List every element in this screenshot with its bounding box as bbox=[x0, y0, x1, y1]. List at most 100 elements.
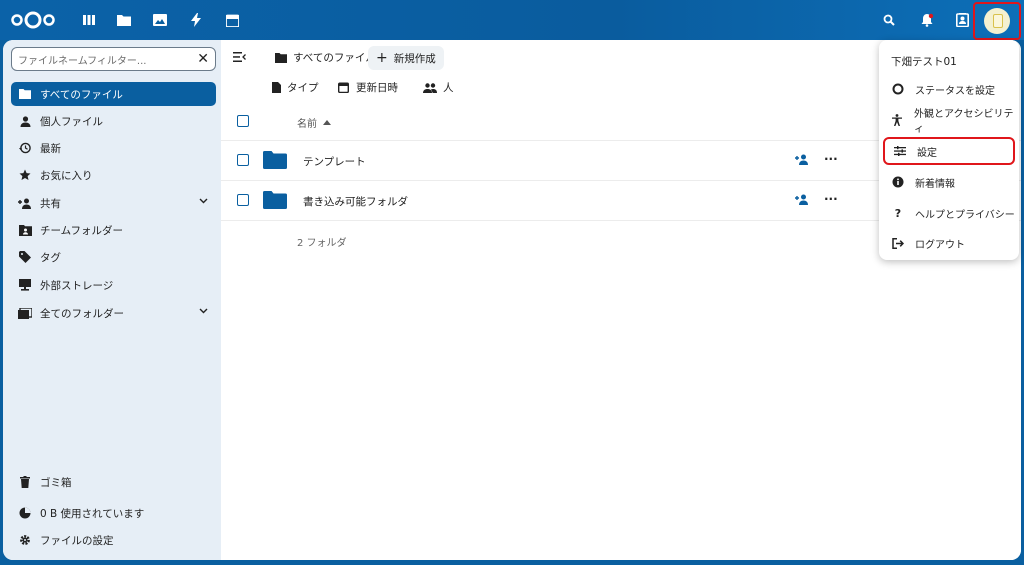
search-icon[interactable] bbox=[880, 11, 898, 29]
sidebar-item-label: すべてのファイル bbox=[40, 88, 123, 101]
filter-placeholder: ファイルネームフィルター... bbox=[18, 55, 147, 67]
sidebar-item-label: 共有 bbox=[40, 197, 61, 210]
more-actions-icon[interactable]: ··· bbox=[824, 152, 838, 166]
sidebar-item-label: チームフォルダー bbox=[40, 224, 124, 237]
all-folders-icon bbox=[18, 306, 32, 320]
chevron-down-icon[interactable] bbox=[199, 308, 208, 314]
sidebar-item-team-folders[interactable]: チームフォルダー bbox=[11, 218, 216, 242]
new-button-label: 新規作成 bbox=[393, 52, 436, 65]
clear-filter-icon[interactable]: ✕ bbox=[197, 51, 209, 67]
menu-item-label: ログアウト bbox=[915, 239, 965, 251]
file-icon bbox=[272, 82, 281, 93]
menu-item-label: 新着情報 bbox=[915, 178, 955, 190]
file-name[interactable]: 書き込み可能フォルダ bbox=[303, 194, 408, 209]
sidebar-item-label: 全てのフォルダー bbox=[40, 307, 124, 320]
user-menu-toggle[interactable] bbox=[973, 2, 1021, 40]
filter-modified-label: 更新日時 bbox=[356, 82, 398, 94]
sidebar-item-label: 個人ファイル bbox=[40, 115, 103, 128]
gear-icon bbox=[18, 533, 32, 547]
info-icon bbox=[891, 175, 905, 189]
sidebar-item-favorites[interactable]: お気に入り bbox=[11, 163, 216, 187]
sidebar-item-tags[interactable]: タグ bbox=[11, 245, 216, 269]
notifications-icon[interactable] bbox=[918, 11, 936, 29]
share-icon bbox=[18, 196, 32, 210]
menu-item-logout[interactable]: ログアウト bbox=[883, 229, 1015, 257]
chevron-down-icon[interactable] bbox=[199, 198, 208, 204]
calendar-icon[interactable] bbox=[224, 12, 240, 28]
menu-item-settings[interactable]: 設定 bbox=[883, 137, 1015, 165]
activity-icon[interactable] bbox=[188, 12, 204, 28]
menu-item-appearance[interactable]: 外観とアクセシビリティ bbox=[883, 106, 1015, 135]
sidebar-item-shares[interactable]: 共有 bbox=[11, 191, 216, 215]
sidebar-item-label: お気に入り bbox=[40, 169, 93, 182]
photos-icon[interactable] bbox=[152, 12, 168, 28]
share-icon[interactable] bbox=[795, 154, 809, 165]
user-menu-dropdown: 下畑テスト01 ステータスを設定 外観とアクセシビリティ 設定 新着情報 ? ヘ… bbox=[879, 40, 1019, 260]
menu-item-label: ヘルプとプライバシー bbox=[915, 209, 1015, 221]
menu-item-label: ステータスを設定 bbox=[915, 85, 995, 97]
filter-type-button[interactable]: タイプ bbox=[272, 80, 319, 95]
sidebar-item-label: 最新 bbox=[40, 142, 61, 155]
more-actions-icon[interactable]: ··· bbox=[824, 192, 838, 206]
folder-icon[interactable] bbox=[263, 191, 287, 209]
quota-label: 0 B 使用されています bbox=[40, 507, 145, 520]
breadcrumb-label: すべてのファイル bbox=[293, 52, 376, 64]
contacts-icon[interactable] bbox=[953, 11, 971, 29]
folder-icon[interactable] bbox=[263, 151, 287, 169]
folder-icon bbox=[275, 52, 287, 63]
content-frame: ファイルネームフィルター... ✕ すべてのファイル 個人ファイル 最新 お気に… bbox=[3, 40, 1021, 560]
sidebar-item-label: 外部ストレージ bbox=[40, 279, 114, 292]
sort-ascending-icon bbox=[323, 120, 331, 125]
menu-item-label: 設定 bbox=[917, 147, 937, 159]
tag-icon bbox=[18, 250, 32, 264]
share-icon[interactable] bbox=[795, 194, 809, 205]
file-name[interactable]: テンプレート bbox=[303, 154, 366, 169]
avatar[interactable] bbox=[984, 8, 1010, 34]
breadcrumb-all-files[interactable]: すべてのファイル bbox=[275, 50, 376, 65]
new-button[interactable]: + 新規作成 bbox=[368, 46, 444, 70]
menu-item-label: 外観とアクセシビリティ bbox=[913, 109, 1014, 135]
team-folder-icon bbox=[18, 223, 32, 237]
nextcloud-logo[interactable] bbox=[10, 10, 56, 30]
sidebar-item-all-files[interactable]: すべてのファイル bbox=[11, 82, 216, 106]
sidebar-item-label: タグ bbox=[40, 251, 61, 264]
dashboard-icon[interactable] bbox=[81, 12, 97, 28]
sidebar: ファイルネームフィルター... ✕ すべてのファイル 個人ファイル 最新 お気に… bbox=[3, 40, 221, 560]
sidebar-item-label: ファイルの設定 bbox=[40, 534, 114, 547]
logout-icon bbox=[891, 236, 905, 250]
folder-icon bbox=[18, 87, 32, 101]
status-circle-icon bbox=[891, 82, 905, 96]
menu-item-whats-new[interactable]: 新着情報 bbox=[883, 168, 1015, 196]
toggle-sidebar-icon[interactable] bbox=[233, 52, 246, 62]
trash-icon bbox=[18, 475, 32, 489]
sidebar-item-trash[interactable]: ゴミ箱 bbox=[11, 470, 216, 494]
folder-count-summary: 2 フォルダ bbox=[297, 238, 347, 249]
plus-icon: + bbox=[376, 50, 388, 66]
accessibility-icon bbox=[891, 113, 904, 127]
menu-item-help-privacy[interactable]: ? ヘルプとプライバシー bbox=[883, 199, 1015, 227]
sidebar-item-recent[interactable]: 最新 bbox=[11, 136, 216, 160]
history-icon bbox=[18, 141, 32, 155]
filter-people-button[interactable]: 人 bbox=[423, 80, 454, 95]
filter-modified-button[interactable]: 更新日時 bbox=[338, 80, 398, 95]
sidebar-item-all-folders[interactable]: 全てのフォルダー bbox=[11, 301, 216, 325]
row-checkbox[interactable] bbox=[237, 194, 249, 206]
column-header-name: 名前 bbox=[297, 119, 317, 130]
row-checkbox[interactable] bbox=[237, 154, 249, 166]
quota-info: 0 B 使用されています bbox=[11, 501, 216, 525]
filter-people-label: 人 bbox=[443, 82, 454, 94]
top-header bbox=[0, 0, 1024, 40]
star-icon bbox=[18, 168, 32, 182]
filename-filter-input[interactable]: ファイルネームフィルター... ✕ bbox=[11, 47, 216, 71]
pie-chart-icon bbox=[18, 506, 32, 520]
files-icon[interactable] bbox=[116, 12, 132, 28]
menu-item-set-status[interactable]: ステータスを設定 bbox=[883, 75, 1015, 103]
settings-sliders-icon bbox=[893, 144, 907, 158]
user-display-name: 下畑テスト01 bbox=[891, 56, 957, 68]
files-settings-button[interactable]: ファイルの設定 bbox=[11, 528, 216, 552]
external-storage-icon bbox=[18, 278, 32, 292]
sidebar-item-personal-files[interactable]: 個人ファイル bbox=[11, 109, 216, 133]
sort-by-name-button[interactable]: 名前 bbox=[297, 115, 331, 130]
select-all-checkbox[interactable] bbox=[237, 115, 249, 127]
sidebar-item-external-storage[interactable]: 外部ストレージ bbox=[11, 273, 216, 297]
